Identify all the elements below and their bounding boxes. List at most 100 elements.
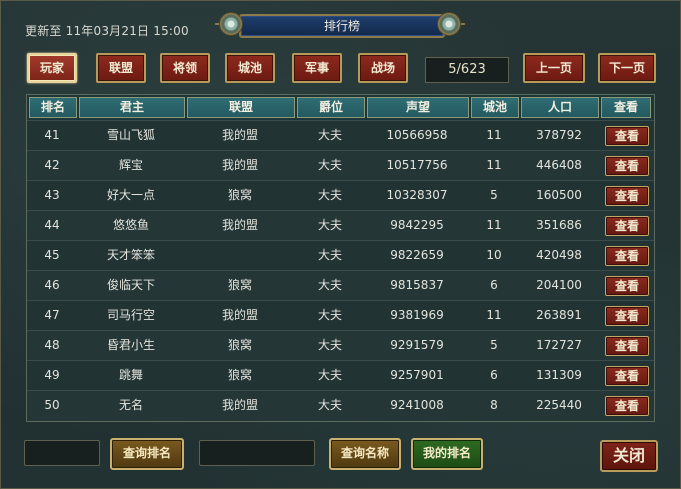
update-timestamp: 11年03月21日 15:00 [65,24,189,38]
tab-cities[interactable]: 城池 [225,53,275,83]
cell-rank: 44 [44,218,60,232]
table-row: 48 昏君小生 狼窝 大夫 9291579 5 172727 查看 [27,330,654,361]
cell-prestige: 9815837 [390,278,444,292]
rank-search-input[interactable] [24,440,100,466]
title-banner: 排行榜 [215,10,465,40]
cell-population: 378792 [536,128,582,142]
table-row: 45 天才笨笨 大夫 9822659 10 420498 查看 [27,240,654,271]
jade-ornament-icon [437,12,461,36]
cell-view: 查看 [601,331,651,361]
cell-prestige: 9291579 [390,338,444,352]
cell-rank: 50 [44,398,60,412]
cell-alliance: 我的盟 [221,308,258,322]
cell-view: 查看 [601,211,651,241]
cell-cities: 6 [490,278,498,292]
cell-lord: 司马行空 [106,308,155,322]
cell-title: 大夫 [317,158,342,172]
column-header-rank: 排名 [29,97,77,118]
leaderboard-window: 更新至 11年03月21日 15:00 排行榜 玩家 联盟 将领 城池 军事 战… [0,0,681,489]
cell-view: 查看 [601,241,651,271]
cell-rank: 48 [44,338,60,352]
table-row: 44 悠悠鱼 我的盟 大夫 9842295 11 351686 查看 [27,210,654,241]
cell-alliance: 我的盟 [221,158,258,172]
view-player-button[interactable]: 查看 [605,216,649,236]
tab-military[interactable]: 军事 [292,53,342,83]
cell-rank: 49 [44,368,60,382]
cell-title: 大夫 [317,398,342,412]
cell-alliance: 狼窝 [227,338,252,352]
cell-prestige: 9257901 [390,368,444,382]
my-rank-button[interactable]: 我的排名 [411,438,483,470]
cell-rank: 46 [44,278,60,292]
cell-view: 查看 [601,271,651,301]
view-player-button[interactable]: 查看 [605,396,649,416]
query-name-button[interactable]: 查询名称 [329,438,401,470]
close-button[interactable]: 关闭 [600,440,658,472]
name-search-input[interactable] [199,440,315,466]
cell-view: 查看 [601,301,651,331]
cell-title: 大夫 [317,128,342,142]
cell-alliance: 我的盟 [221,128,258,142]
cell-rank: 47 [44,308,60,322]
cell-cities: 11 [486,158,502,172]
view-player-button[interactable]: 查看 [605,126,649,146]
view-player-button[interactable]: 查看 [605,306,649,326]
cell-population: 160500 [536,188,582,202]
cell-title: 大夫 [317,248,342,262]
cell-alliance: 我的盟 [221,218,258,232]
cell-cities: 5 [490,338,498,352]
query-rank-button[interactable]: 查询排名 [110,438,184,470]
view-player-button[interactable]: 查看 [605,246,649,266]
cell-lord: 昏君小生 [106,338,155,352]
cell-population: 172727 [536,338,582,352]
cell-prestige: 10328307 [386,188,448,202]
view-player-button[interactable]: 查看 [605,366,649,386]
cell-prestige: 9842295 [390,218,444,232]
tab-alliances[interactable]: 联盟 [96,53,146,83]
cell-title: 大夫 [317,218,342,232]
cell-alliance [187,241,293,271]
view-player-button[interactable]: 查看 [605,186,649,206]
cell-title: 大夫 [317,278,342,292]
cell-title: 大夫 [317,368,342,382]
cell-cities: 11 [486,218,502,232]
table-row: 50 无名 我的盟 大夫 9241008 8 225440 查看 [27,390,654,421]
cell-population: 446408 [536,158,582,172]
view-player-button[interactable]: 查看 [605,156,649,176]
jade-ornament-icon [219,12,243,36]
column-header-view: 查看 [601,97,651,118]
tab-generals[interactable]: 将领 [160,53,210,83]
cell-cities: 11 [486,308,502,322]
cell-population: 420498 [536,248,582,262]
cell-population: 263891 [536,308,582,322]
view-player-button[interactable]: 查看 [605,336,649,356]
table-row: 42 辉宝 我的盟 大夫 10517756 11 446408 查看 [27,150,654,181]
cell-view: 查看 [601,181,651,211]
table-row: 43 好大一点 狼窝 大夫 10328307 5 160500 查看 [27,180,654,211]
tab-players[interactable]: 玩家 [27,53,77,83]
prev-page-button[interactable]: 上一页 [523,53,585,83]
table-row: 46 俊临天下 狼窝 大夫 9815837 6 204100 查看 [27,270,654,301]
table-row: 41 雪山飞狐 我的盟 大夫 10566958 11 378792 查看 [27,120,654,151]
cell-lord: 跳舞 [118,368,143,382]
view-player-button[interactable]: 查看 [605,276,649,296]
cell-alliance: 狼窝 [227,188,252,202]
cell-lord: 俊临天下 [106,278,155,292]
title-bar: 排行榜 [239,14,445,38]
next-page-button[interactable]: 下一页 [598,53,656,83]
cell-lord: 天才笨笨 [106,248,155,262]
cell-prestige: 10566958 [386,128,448,142]
cell-rank: 43 [44,188,60,202]
cell-prestige: 10517756 [386,158,448,172]
column-header-population: 人口 [521,97,599,118]
cell-rank: 42 [44,158,60,172]
cell-cities: 8 [490,398,498,412]
cell-view: 查看 [601,391,651,421]
table-row: 47 司马行空 我的盟 大夫 9381969 11 263891 查看 [27,300,654,331]
cell-lord: 无名 [118,398,143,412]
column-header-cities: 城池 [471,97,519,118]
cell-title: 大夫 [317,338,342,352]
tab-battlefield[interactable]: 战场 [358,53,408,83]
ranking-table: 排名 君主 联盟 爵位 声望 城池 人口 查看 41 雪山飞狐 我的盟 大夫 10566… [26,94,655,422]
cell-population: 351686 [536,218,582,232]
